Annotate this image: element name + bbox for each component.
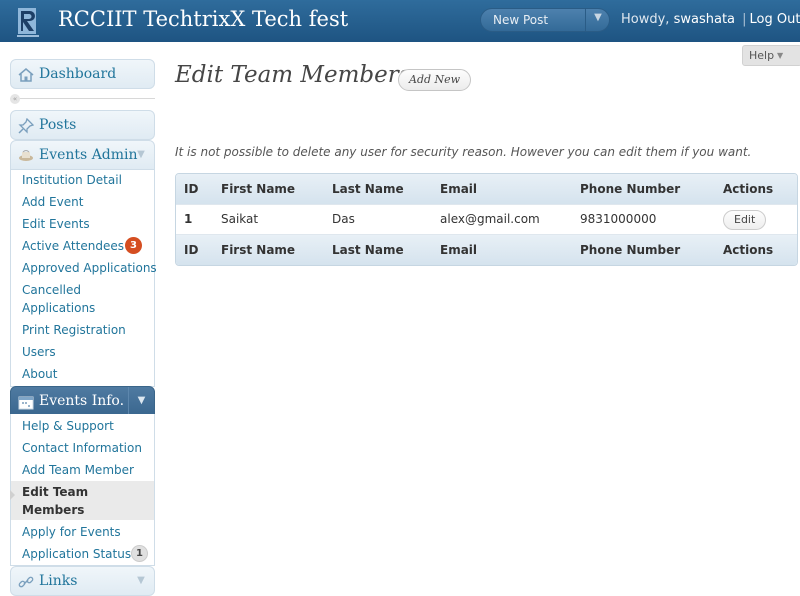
chevron-down-icon[interactable]: ▼ [128, 567, 154, 595]
table-row: 1 Saikat Das alex@gmail.com 9831000000 E… [176, 204, 797, 235]
username-link[interactable]: swashata [674, 12, 735, 27]
cell-last-name: Das [332, 212, 355, 226]
submenu-item-contact-information[interactable]: Contact Information [22, 439, 142, 457]
current-item-arrow-icon [10, 490, 15, 500]
chevron-down-icon: ▼ [777, 51, 784, 60]
submenu-item-print-registration[interactable]: Print Registration [22, 321, 126, 339]
submenu-item-about[interactable]: About [22, 365, 57, 383]
submenu-item-cancelled-applications-line2[interactable]: Applications [22, 299, 95, 317]
column-footer-actions: Actions [723, 243, 774, 257]
submenu-item-edit-team-members[interactable]: Edit Team [22, 483, 88, 501]
add-new-button[interactable]: Add New [398, 69, 472, 91]
link-icon [18, 574, 34, 590]
column-header-first-name: First Name [221, 182, 296, 196]
column-footer-phone: Phone Number [580, 243, 681, 257]
sidebar-item-events-info[interactable]: Events Info. ▼ [10, 386, 155, 416]
cell-first-name: Saikat [221, 212, 259, 226]
sidebar-item-label: Events Admin [39, 147, 138, 163]
sidebar-item-events-admin[interactable]: Events Admin ▼ [10, 140, 155, 170]
menu-separator [10, 98, 155, 99]
column-header-email: Email [440, 182, 478, 196]
column-footer-last-name: Last Name [332, 243, 404, 257]
sidebar-item-label: Links [39, 573, 78, 589]
submenu-item-institution-detail[interactable]: Institution Detail [22, 171, 122, 189]
column-footer-id: ID [184, 243, 199, 257]
help-tab[interactable]: Help ▼ [742, 45, 800, 66]
sidebar-item-links[interactable]: Links ▼ [10, 566, 155, 596]
new-post-button[interactable]: New Post [493, 13, 548, 27]
column-header-last-name: Last Name [332, 182, 404, 196]
chevron-down-icon[interactable]: ▼ [128, 141, 154, 169]
cell-id: 1 [184, 212, 193, 226]
team-members-table: ID First Name Last Name Email Phone Numb… [175, 173, 798, 266]
logout-link[interactable]: Log Out [750, 12, 800, 27]
attendee-count-badge: 3 [125, 237, 142, 254]
cell-email: alex@gmail.com [440, 212, 540, 226]
dashboard-icon [18, 67, 34, 83]
submenu-item-cancelled-applications[interactable]: Cancelled [22, 281, 81, 299]
collapse-menu-icon[interactable]: « [10, 94, 20, 104]
submenu-item-add-team-member[interactable]: Add Team Member [22, 461, 134, 479]
sidebar-item-posts[interactable]: Posts [10, 110, 155, 140]
submenu-item-apply-for-events[interactable]: Apply for Events [22, 523, 121, 541]
help-label: Help [749, 49, 775, 62]
sidebar-item-label: Events Info. [39, 393, 125, 409]
column-footer-first-name: First Name [221, 243, 296, 257]
cell-phone: 9831000000 [580, 212, 657, 226]
submenu-item-edit-team-members-line2[interactable]: Members [22, 501, 84, 519]
sidebar-item-label: Dashboard [39, 66, 117, 82]
column-header-id: ID [184, 182, 199, 196]
submenu-item-application-status[interactable]: Application Status [22, 545, 131, 563]
site-logo-icon[interactable] [15, 6, 43, 38]
sidebar-item-dashboard[interactable]: Dashboard [10, 59, 155, 89]
column-footer-email: Email [440, 243, 478, 257]
security-notice: It is not possible to delete any user fo… [175, 145, 752, 159]
column-header-actions: Actions [723, 182, 774, 196]
submenu-item-add-event[interactable]: Add Event [22, 193, 83, 211]
pushpin-icon [18, 117, 35, 134]
column-header-phone: Phone Number [580, 182, 681, 196]
page-title: Edit Team Members [175, 62, 411, 88]
events-admin-icon [18, 148, 34, 164]
submenu-item-help-support[interactable]: Help & Support [22, 417, 114, 435]
site-title[interactable]: RCCIIT TechtrixX Tech fest [58, 7, 348, 31]
admin-header: RCCIIT TechtrixX Tech fest New Post ▼ Ho… [0, 0, 800, 42]
chevron-down-icon[interactable]: ▼ [587, 12, 609, 23]
user-info-separator: | [742, 12, 747, 27]
edit-button[interactable]: Edit [723, 210, 767, 230]
favorite-actions[interactable]: New Post ▼ [480, 8, 610, 32]
favorite-divider [585, 9, 586, 31]
submenu-item-approved-applications[interactable]: Approved Applications [22, 259, 157, 277]
howdy-text: Howdy, [621, 12, 670, 27]
user-info: Howdy, swashata | Log Out [621, 12, 800, 27]
application-status-badge: 1 [131, 545, 148, 562]
table-footer-row: ID First Name Last Name Email Phone Numb… [176, 235, 797, 265]
submenu-item-edit-events[interactable]: Edit Events [22, 215, 90, 233]
sidebar-item-label: Posts [39, 117, 77, 133]
table-header-row: ID First Name Last Name Email Phone Numb… [176, 174, 797, 204]
submenu-item-users[interactable]: Users [22, 343, 56, 361]
calendar-icon [18, 394, 34, 410]
submenu-item-active-attendees[interactable]: Active Attendees [22, 237, 124, 255]
chevron-down-icon[interactable]: ▼ [128, 387, 154, 415]
